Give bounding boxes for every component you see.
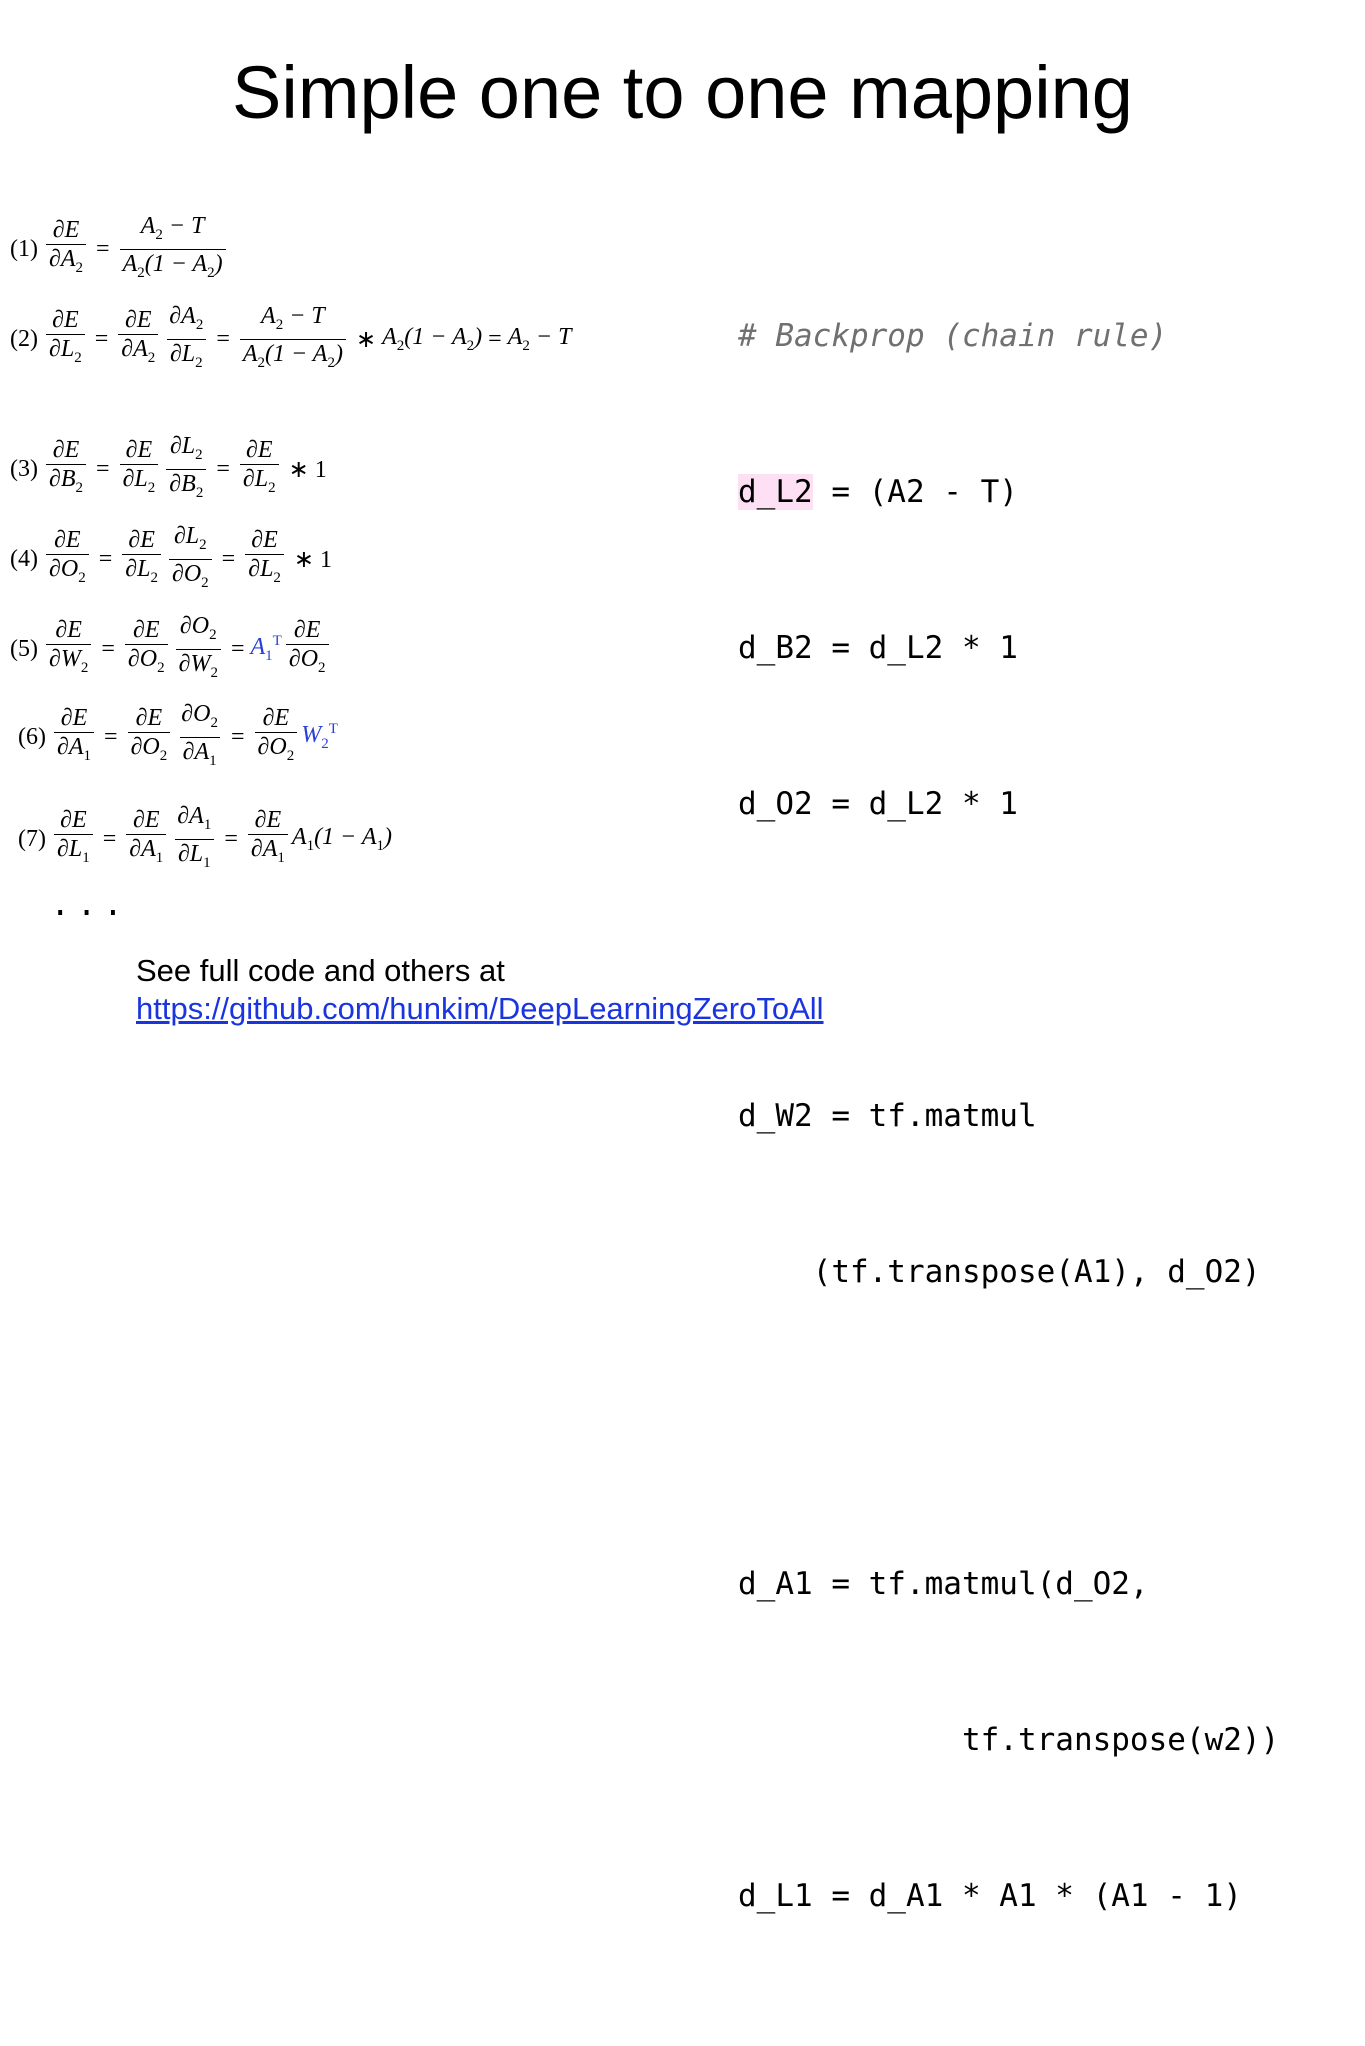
code-line-6: d_A1 = tf.matmul(d_O2, — [738, 1566, 1149, 1602]
code-line-1: d_L2 = (A2 - T) — [738, 466, 1279, 518]
code-line-2: d_B2 = d_L2 * 1 — [738, 630, 1018, 666]
code-line-8: d_L1 = d_A1 * A1 * (A1 - 1) — [738, 1878, 1242, 1914]
equation-1: (1) ∂E ∂A2 = A2 − T A2(1 − A2) — [10, 212, 230, 287]
equation-number: (6) — [18, 723, 46, 750]
equation-number: (7) — [18, 825, 46, 852]
github-link[interactable]: https://github.com/hunkim/DeepLearningZe… — [136, 990, 824, 1028]
equation-number: (2) — [10, 325, 38, 352]
math-ellipsis: ... — [50, 888, 130, 926]
equation-number: (4) — [10, 545, 38, 572]
equation-6: (6) ∂E ∂A1 = ∂E ∂O2 ∂O2 ∂A1 = ∂E ∂O2 W2T — [18, 700, 338, 775]
code-line-9: ... — [738, 2026, 1279, 2046]
code-line-3: d_O2 = d_L2 * 1 — [738, 786, 1018, 822]
equation-7: (7) ∂E ∂L1 = ∂E ∂A1 ∂A1 ∂L1 = ∂E ∂A1 A1(1 − … — [18, 802, 392, 877]
equation-3: (3) ∂E ∂B2 = ∂E ∂L2 ∂L2 ∂B2 = ∂E ∂L2 ∗ 1 — [10, 432, 333, 507]
equation-4: (4) ∂E ∂O2 = ∂E ∂L2 ∂L2 ∂O2 = ∂E ∂L2 ∗ 1 — [10, 522, 338, 597]
equation-2: (2) ∂E ∂L2 = ∂E ∂A2 ∂A2 ∂L2 = A2 − T A2(1 − … — [10, 302, 571, 377]
footer-text: See full code and others at — [136, 953, 505, 988]
equation-number: (5) — [10, 635, 38, 662]
footer: See full code and others at https://gith… — [136, 952, 824, 1028]
code-block: # Backprop (chain rule) d_L2 = (A2 - T) … — [738, 206, 1279, 2046]
slide-title: Simple one to one mapping — [232, 51, 1133, 134]
equation-5: (5) ∂E ∂W2 = ∂E ∂O2 ∂O2 ∂W2 = A1T ∂E ∂O2 — [10, 612, 333, 687]
code-line-7: tf.transpose(w2)) — [738, 1722, 1280, 1758]
code-line-5: (tf.transpose(A1), d_O2) — [738, 1254, 1261, 1290]
equation-number: (1) — [10, 235, 38, 262]
code-comment: # Backprop (chain rule) — [738, 318, 1168, 354]
highlighted-variable: d_L2 — [738, 474, 813, 510]
code-line-1-rest: = (A2 - T) — [812, 474, 1018, 510]
code-line-4: d_W2 = tf.matmul — [738, 1098, 1037, 1134]
equation-number: (3) — [10, 455, 38, 482]
